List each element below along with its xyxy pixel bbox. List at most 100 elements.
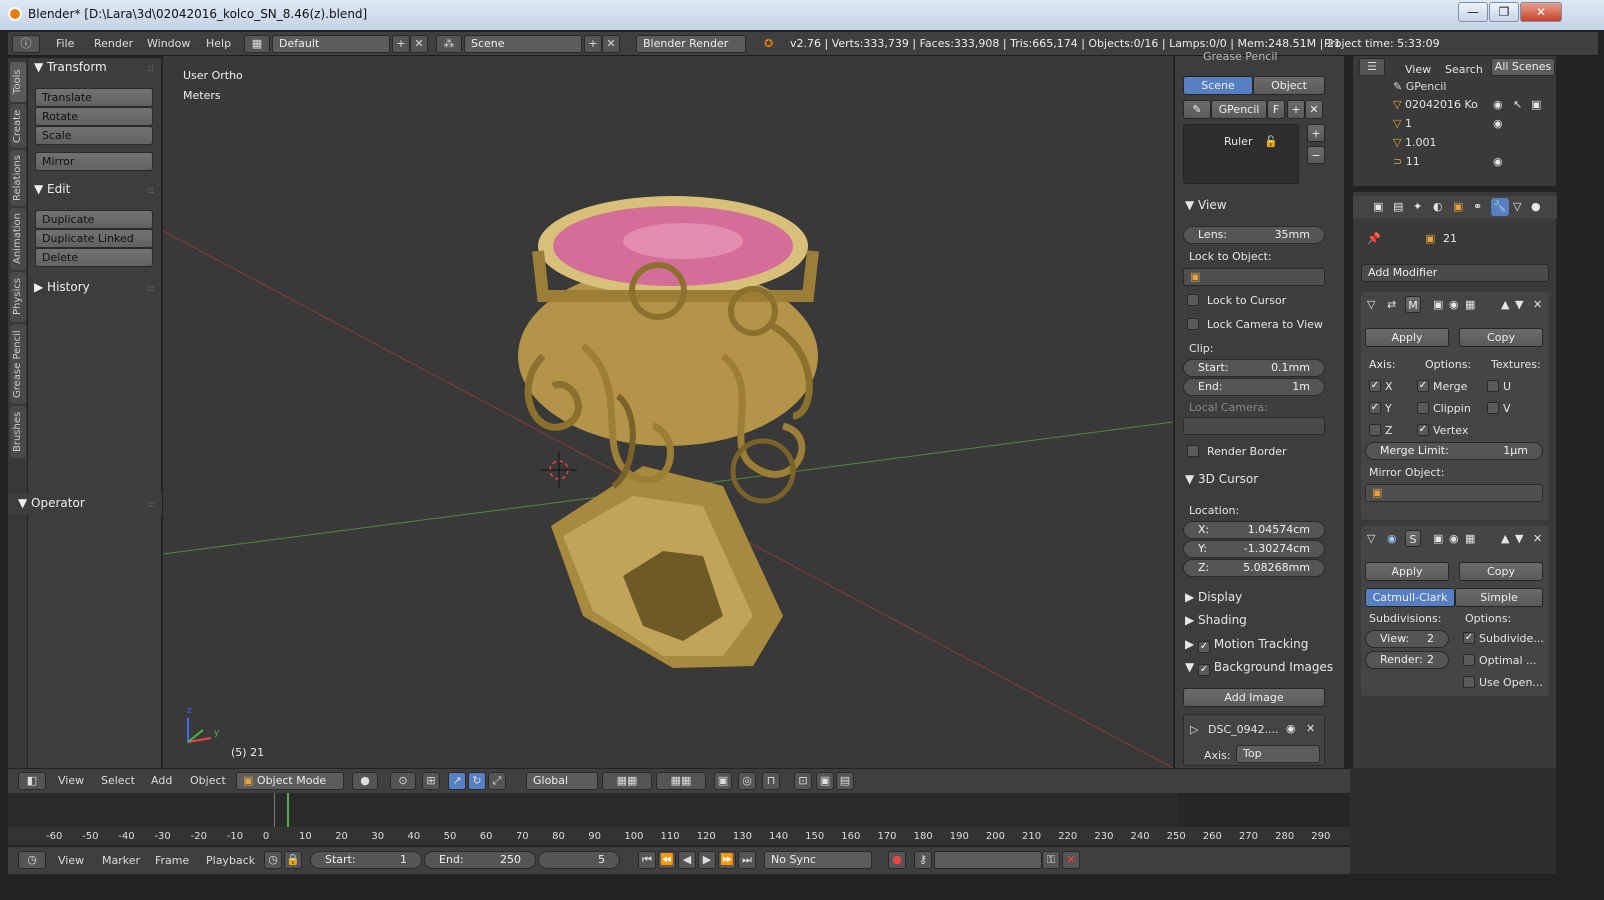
add-image-button[interactable]: Add Image — [1183, 688, 1325, 707]
axis-x-checkbox[interactable]: ✓ — [1369, 380, 1381, 392]
mirror-copy-button[interactable]: Copy — [1459, 328, 1543, 347]
maximize-button[interactable]: ❐ — [1489, 2, 1519, 22]
expand-icon[interactable]: ▷ — [1190, 723, 1198, 736]
snap-icon[interactable]: ⊓ — [762, 772, 780, 790]
subsurf-copy-button[interactable]: Copy — [1459, 562, 1543, 581]
vertex-checkbox[interactable]: ✓ — [1417, 424, 1429, 436]
scene-tab-icon[interactable]: ✦ — [1413, 200, 1422, 213]
render-levels-field[interactable]: Render: 2 — [1365, 651, 1449, 669]
subsurf-apply-button[interactable]: Apply — [1365, 562, 1449, 581]
delete-button[interactable]: Delete — [35, 248, 153, 267]
delete-keyframe-icon[interactable]: ✕ — [1062, 851, 1080, 869]
menu-select[interactable]: Select — [101, 774, 135, 787]
snap-target-icon[interactable]: ⊡ — [794, 772, 812, 790]
ruler-layer[interactable]: Ruler — [1224, 135, 1252, 148]
layer-remove-icon[interactable]: − — [1307, 146, 1325, 164]
outliner-item[interactable]: ✎ GPencil — [1393, 80, 1446, 93]
simple-toggle[interactable]: Simple — [1455, 588, 1543, 607]
close-window-button[interactable]: ✕ — [1520, 2, 1562, 22]
panel-grip-icon[interactable]: ::: — [148, 500, 155, 510]
record-icon[interactable]: ● — [888, 851, 906, 869]
keying-set-icon[interactable]: ⚷ — [914, 851, 932, 869]
local-camera-field[interactable] — [1183, 417, 1325, 435]
transform-panel-header[interactable]: ▼ Transform — [34, 60, 107, 74]
view-panel-header[interactable]: ▼ View — [1185, 198, 1227, 212]
object-tab-icon[interactable]: ▣ — [1453, 200, 1463, 213]
menu-add[interactable]: Add — [151, 774, 172, 787]
sync-select[interactable]: No Sync — [764, 851, 872, 869]
clip-start-slider[interactable]: Start: 0.1mm — [1183, 359, 1325, 377]
modifier-name-field[interactable]: M — [1405, 296, 1421, 313]
modifier-tab-icon[interactable]: 🔧 — [1491, 198, 1509, 216]
menu-frame[interactable]: Frame — [155, 854, 189, 867]
clip-end-slider[interactable]: End: 1m — [1183, 378, 1325, 396]
menu-playback[interactable]: Playback — [206, 854, 255, 867]
edit-panel-header[interactable]: ▼ Edit — [34, 182, 70, 196]
axis-select[interactable]: Top — [1236, 745, 1320, 763]
eye-icon[interactable]: ◉ — [1286, 722, 1296, 735]
tab-grease-pencil[interactable]: Grease Pencil — [10, 324, 26, 404]
opengl-anim-icon[interactable]: ▤ — [836, 772, 854, 790]
render-engine-select[interactable]: Blender Render — [636, 35, 746, 53]
scale-button[interactable]: Scale — [35, 126, 153, 145]
proportional-edit-icon[interactable]: ◎ — [738, 772, 756, 790]
menu-view[interactable]: View — [58, 774, 84, 787]
gpencil-layer-list[interactable]: Ruler 🔓 — [1183, 124, 1299, 184]
minimize-button[interactable]: — — [1458, 2, 1488, 22]
move-up-icon[interactable]: ▲ — [1501, 298, 1509, 311]
outliner-search-menu[interactable]: Search — [1445, 63, 1483, 76]
visibility-eye-icon[interactable]: ◉ — [1493, 155, 1503, 168]
menu-marker[interactable]: Marker — [102, 854, 140, 867]
add-modifier-select[interactable]: Add Modifier — [1361, 264, 1549, 282]
opengl-render-icon[interactable]: ▣ — [816, 772, 834, 790]
layers-tab-icon[interactable]: ▤ — [1393, 200, 1403, 213]
menu-view[interactable]: View — [58, 854, 84, 867]
move-down-icon[interactable]: ▼ — [1515, 298, 1523, 311]
layout-add-icon[interactable]: + — [392, 35, 410, 53]
viewport-toggle-icon[interactable]: ◉ — [1449, 532, 1459, 545]
tab-animation[interactable]: Animation — [10, 208, 26, 270]
gpencil-add-icon[interactable]: + — [1287, 100, 1305, 119]
ring-model[interactable] — [518, 196, 819, 668]
move-down-icon[interactable]: ▼ — [1515, 532, 1523, 545]
jump-keyframe-forward-icon[interactable]: ⏩ — [718, 851, 736, 869]
display-panel-header[interactable]: ▶ Display — [1185, 590, 1242, 604]
outliner-item[interactable]: ⊃ 11 — [1393, 155, 1420, 168]
rotate-button[interactable]: Rotate — [35, 107, 153, 126]
jump-keyframe-back-icon[interactable]: ⏪ — [658, 851, 676, 869]
remove-image-icon[interactable]: ✕ — [1306, 722, 1315, 735]
texture-u-checkbox[interactable] — [1487, 380, 1499, 392]
render-tab-icon[interactable]: ▣ — [1373, 200, 1383, 213]
subdivide-uvs-checkbox[interactable]: ✓ — [1463, 632, 1475, 644]
translate-manipulator-icon[interactable]: ↗ — [448, 772, 466, 790]
play-icon[interactable]: ▶ — [698, 851, 716, 869]
move-up-icon[interactable]: ▲ — [1501, 532, 1509, 545]
duplicate-button[interactable]: Duplicate — [35, 210, 153, 229]
shading-panel-header[interactable]: ▶ Shading — [1185, 613, 1247, 627]
mirror-apply-button[interactable]: Apply — [1365, 328, 1449, 347]
layer-add-icon[interactable]: + — [1307, 124, 1325, 142]
start-frame-field[interactable]: Start: 1 — [310, 851, 422, 869]
editmode-toggle-icon[interactable]: ▦ — [1465, 298, 1475, 311]
pencil-icon[interactable]: ✎ — [1183, 100, 1211, 119]
clipping-checkbox[interactable] — [1417, 402, 1429, 414]
layout-field[interactable]: Default — [272, 35, 390, 53]
editor-type-icon[interactable]: ◧ — [18, 772, 46, 790]
pivot-point-icon[interactable]: ⊙ — [390, 772, 416, 790]
rotate-manipulator-icon[interactable]: ↻ — [468, 772, 486, 790]
constraints-tab-icon[interactable]: ⚭ — [1473, 200, 1482, 213]
lock-object-field[interactable]: ▣ — [1183, 268, 1325, 286]
jump-start-icon[interactable]: ⏮ — [638, 851, 656, 869]
render-border-checkbox[interactable] — [1187, 445, 1199, 457]
outliner-item[interactable]: ▽ 1 — [1393, 117, 1412, 130]
tab-brushes[interactable]: Brushes — [10, 406, 26, 458]
lock-camera-checkbox[interactable] — [1187, 318, 1199, 330]
outliner-item[interactable]: ▽ 02042016 Ko — [1393, 98, 1478, 111]
menu-help[interactable]: Help — [206, 37, 231, 50]
remove-modifier-icon[interactable]: ✕ — [1533, 532, 1542, 545]
lens-slider[interactable]: Lens: 35mm — [1183, 226, 1325, 244]
scene-remove-icon[interactable]: ✕ — [602, 35, 620, 53]
axis-z-checkbox[interactable] — [1369, 424, 1381, 436]
mode-select[interactable]: ▣ Object Mode — [236, 772, 344, 790]
mirror-object-field[interactable]: ▣ — [1365, 484, 1543, 502]
